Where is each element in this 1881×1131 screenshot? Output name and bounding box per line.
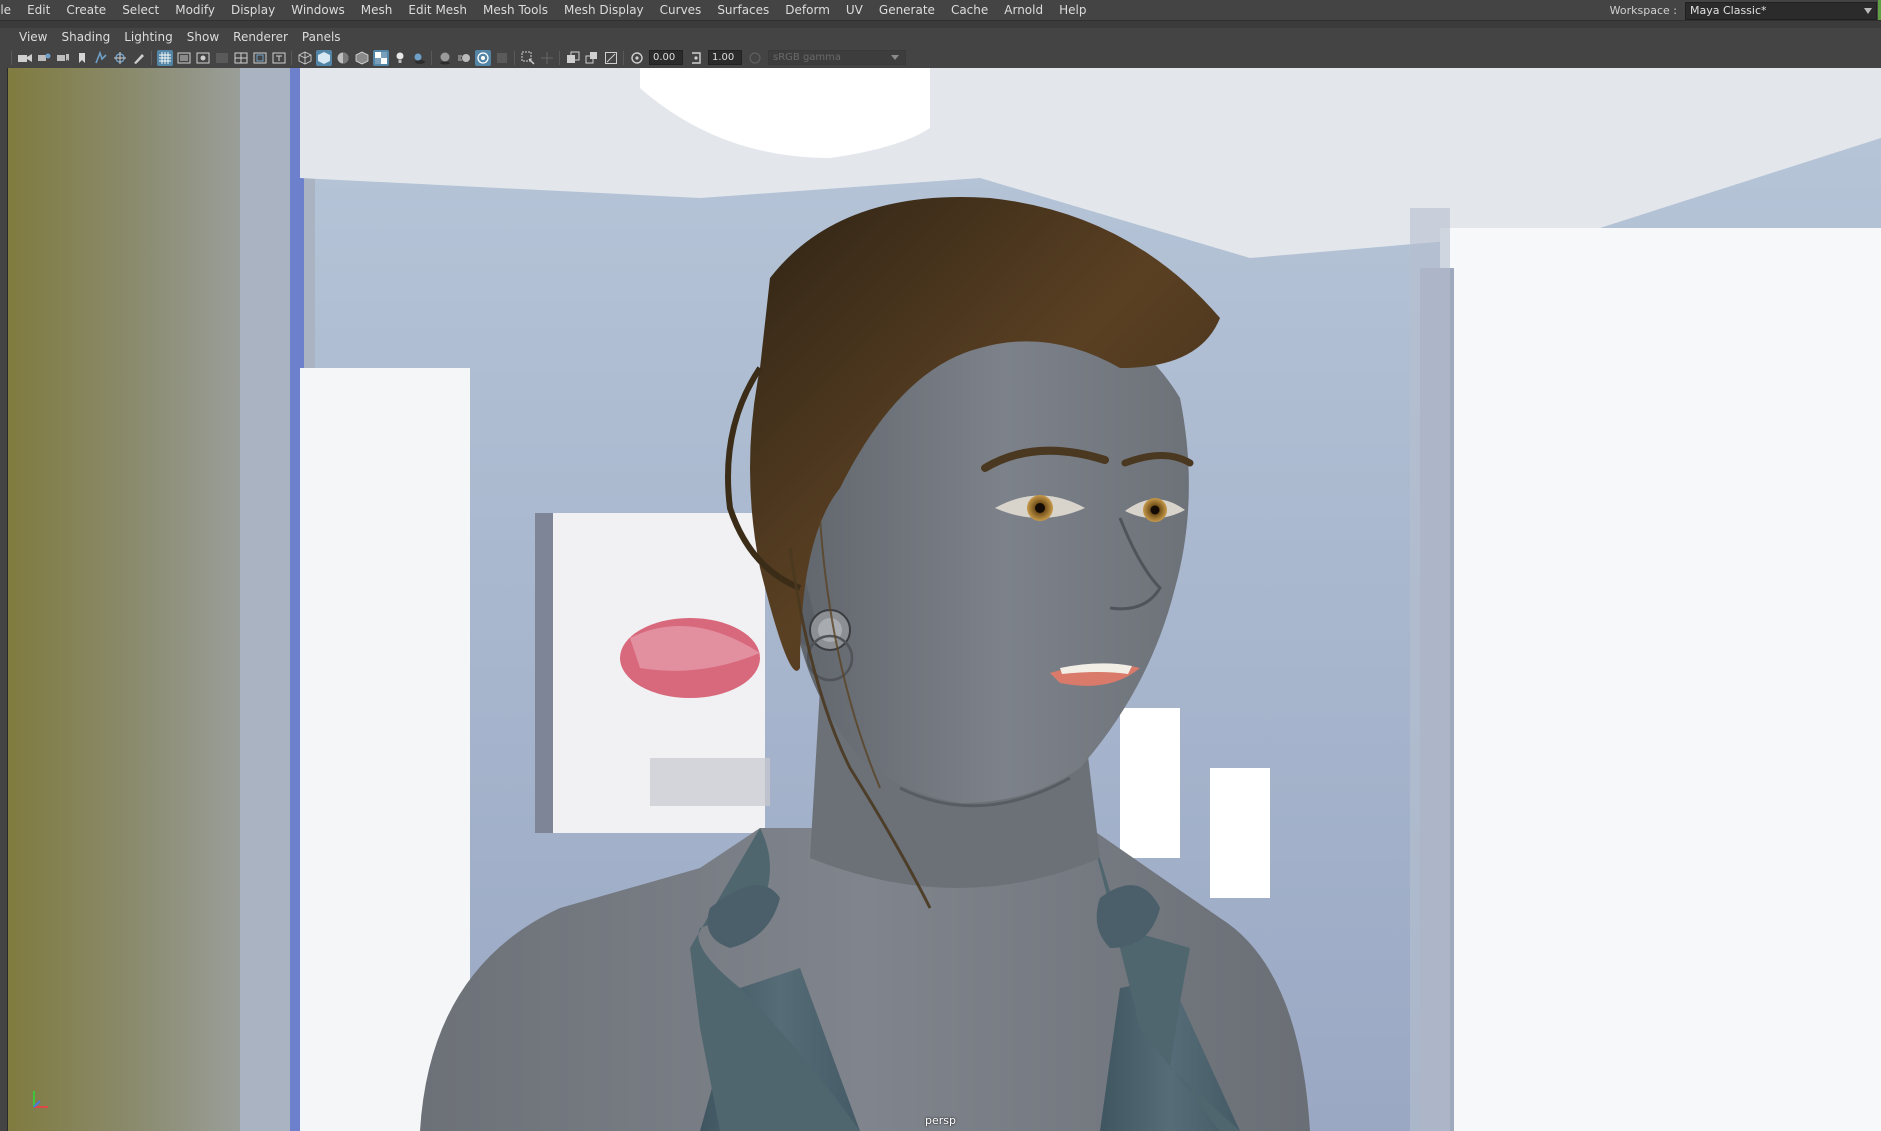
gate-mask-icon[interactable] [214, 50, 230, 66]
menu-surfaces[interactable]: Surfaces [709, 0, 777, 20]
camera-name-label: persp [925, 1114, 956, 1127]
toolbar-separator [11, 50, 12, 65]
field-chart-icon[interactable] [233, 50, 249, 66]
wireframe-on-shaded-icon[interactable] [354, 50, 370, 66]
menu-deform[interactable]: Deform [777, 0, 838, 20]
color-management-icon[interactable] [747, 50, 763, 66]
menu-edit[interactable]: Edit [19, 0, 58, 20]
toolbar-separator [291, 50, 292, 65]
safe-action-icon[interactable] [252, 50, 268, 66]
axis-gizmo [28, 1085, 52, 1111]
backface-culling-icon[interactable] [603, 50, 619, 66]
screen-space-ao-icon[interactable] [437, 50, 453, 66]
exposure-reset-icon[interactable] [629, 50, 645, 66]
menu-edit-mesh[interactable]: Edit Mesh [400, 0, 475, 20]
multisample-aa-icon[interactable] [474, 49, 491, 66]
gamma-field[interactable]: 1.00 [708, 50, 742, 65]
menu-modify[interactable]: Modify [167, 0, 223, 20]
workspace-value: Maya Classic* [1690, 4, 1767, 17]
shadows-icon[interactable] [411, 50, 427, 66]
wireframe-icon[interactable] [297, 50, 313, 66]
depth-of-field-icon[interactable] [494, 50, 510, 66]
exposure-field[interactable]: 0.00 [649, 50, 683, 65]
grease-pencil-icon[interactable] [131, 50, 147, 66]
use-all-lights-icon[interactable] [392, 50, 408, 66]
default-material-icon[interactable] [335, 50, 351, 66]
panel-menu-renderer[interactable]: Renderer [226, 28, 295, 47]
safe-title-icon[interactable] [271, 50, 287, 66]
smooth-shade-icon[interactable] [315, 49, 332, 66]
isolate-select-icon[interactable] [520, 50, 536, 66]
xray-joints-icon[interactable] [565, 50, 581, 66]
color-space-dropdown[interactable]: sRGB gamma [768, 50, 906, 65]
workspace-label: Workspace : [1609, 4, 1677, 17]
chevron-down-icon [891, 55, 899, 60]
panel-menu-shading[interactable]: Shading [54, 28, 117, 47]
workspace-selector: Workspace : Maya Classic* [1610, 1, 1877, 20]
film-gate-icon[interactable] [176, 50, 192, 66]
image-plane-icon[interactable] [93, 50, 109, 66]
two-d-pan-zoom-icon[interactable] [112, 50, 128, 66]
xray-active-components-icon[interactable] [584, 50, 600, 66]
chevron-down-icon [1864, 7, 1872, 14]
panel-menu-view[interactable]: View [12, 28, 54, 47]
panel-menu-show[interactable]: Show [180, 28, 226, 47]
menu-display[interactable]: Display [223, 0, 283, 20]
menu-help[interactable]: Help [1051, 0, 1094, 20]
gamma-reset-icon[interactable] [688, 50, 704, 66]
workspace-dropdown[interactable]: Maya Classic* [1685, 1, 1877, 20]
menu-select[interactable]: Select [114, 0, 167, 20]
menu-create[interactable]: Create [58, 0, 114, 20]
select-camera-icon[interactable] [17, 50, 33, 66]
xray-icon[interactable] [539, 50, 555, 66]
panel-toolbar: 0.00 1.00 sRGB gamma [0, 47, 1881, 68]
textured-icon[interactable] [372, 49, 389, 66]
menu-generate[interactable]: Generate [871, 0, 943, 20]
panel-menu-bar: View Shading Lighting Show Renderer Pane… [0, 28, 1881, 47]
menu-mesh[interactable]: Mesh [353, 0, 401, 20]
motion-blur-icon[interactable] [456, 50, 472, 66]
menu-mesh-tools[interactable]: Mesh Tools [475, 0, 556, 20]
menu-file[interactable]: ile [0, 0, 19, 20]
menu-cache[interactable]: Cache [943, 0, 996, 20]
panel-menu-lighting[interactable]: Lighting [117, 28, 180, 47]
perspective-viewport[interactable]: persp [0, 68, 1881, 1131]
toolbar-separator [431, 50, 432, 65]
menu-curves[interactable]: Curves [652, 0, 710, 20]
bookmark-icon[interactable] [74, 50, 90, 66]
viewport-left-gutter [0, 68, 8, 1131]
toolbar-separator [514, 50, 515, 65]
toolbar-separator [151, 50, 152, 65]
menu-uv[interactable]: UV [838, 0, 871, 20]
toolbar-separator [623, 50, 624, 65]
main-menu-bar: ile Edit Create Select Modify Display Wi… [0, 0, 1881, 20]
viewport-render [0, 68, 1881, 1131]
menu-windows[interactable]: Windows [283, 0, 353, 20]
panel-menu-panels[interactable]: Panels [295, 28, 348, 47]
menu-arnold[interactable]: Arnold [996, 0, 1051, 20]
toolbar-separator [559, 50, 560, 65]
shelf-divider [0, 20, 1881, 28]
grid-icon[interactable] [156, 49, 173, 66]
menu-mesh-display[interactable]: Mesh Display [556, 0, 652, 20]
resolution-gate-icon[interactable] [195, 50, 211, 66]
camera-attributes-icon[interactable] [36, 50, 52, 66]
color-space-value: sRGB gamma [773, 52, 842, 63]
bookmark-camera-icon[interactable] [55, 50, 71, 66]
